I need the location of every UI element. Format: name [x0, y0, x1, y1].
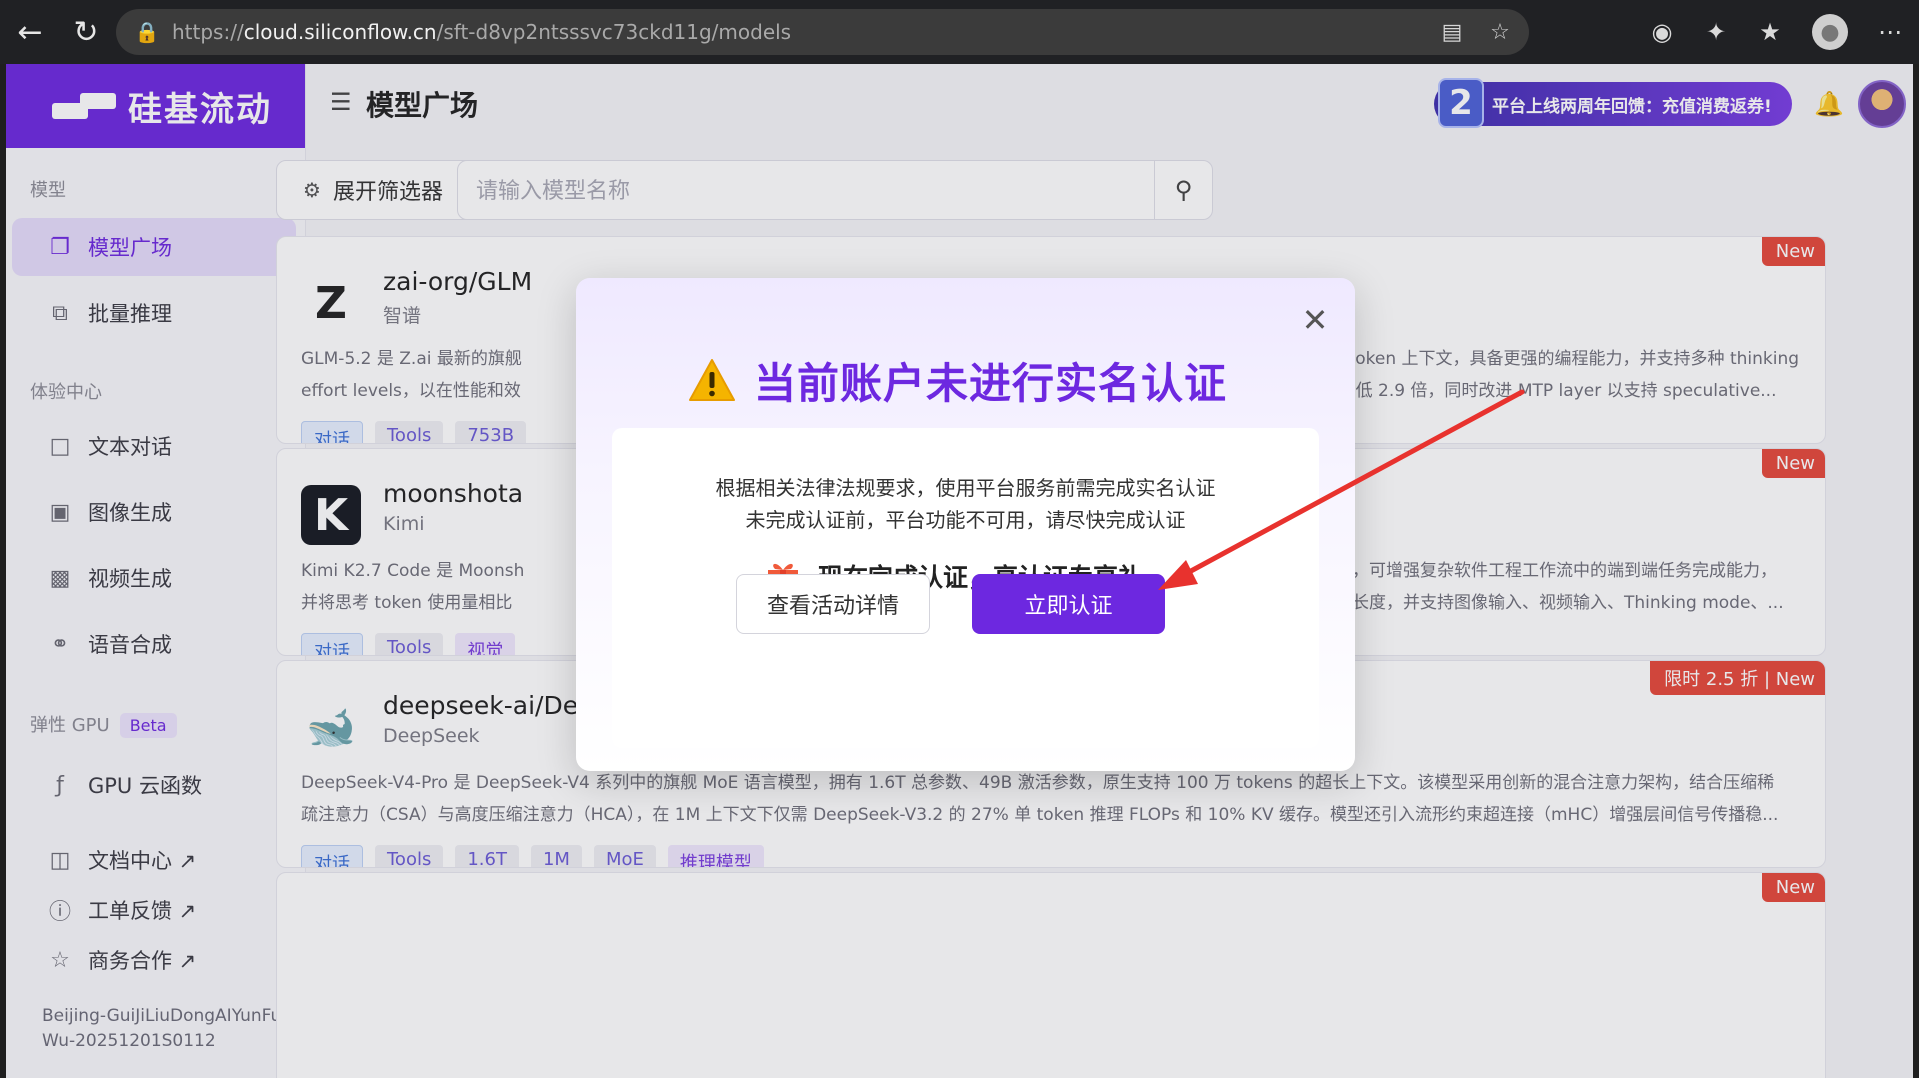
- profile-icon[interactable]: ●: [1812, 14, 1848, 50]
- back-icon[interactable]: ←: [2, 4, 58, 60]
- modal-title: 当前账户未进行实名认证: [754, 359, 1228, 408]
- verify-now-button[interactable]: 立即认证: [972, 574, 1165, 634]
- page: 硅基流动 模型 ❐ 模型广场 ⧉ 批量推理 体验中心 □ 文本对话 ▣ 图像生成…: [6, 64, 1913, 1078]
- puzzle-icon[interactable]: ✦: [1694, 10, 1738, 54]
- refresh-icon[interactable]: ↻: [58, 4, 114, 60]
- modal-message-line1: 根据相关法律法规要求，使用平台服务前需完成实名认证: [715, 476, 1216, 500]
- favorites-icon[interactable]: ★: [1748, 10, 1792, 54]
- reader-icon[interactable]: ▤: [1435, 15, 1469, 49]
- url-text: https://cloud.siliconflow.cn/sft-d8vp2nt…: [172, 20, 792, 44]
- address-bar[interactable]: 🔒 https://cloud.siliconflow.cn/sft-d8vp2…: [116, 9, 1529, 55]
- lock-icon[interactable]: 🔒: [134, 19, 160, 45]
- warning-icon: [689, 359, 735, 401]
- browser-chrome: ← ↻ 🔒 https://cloud.siliconflow.cn/sft-d…: [0, 0, 1919, 64]
- more-icon[interactable]: ⋯: [1868, 10, 1912, 54]
- extension-icon[interactable]: ◉: [1640, 10, 1684, 54]
- verification-modal: ✕ 当前账户未进行实名认证 根据相关法律法规要求，使用平台服务前需完成实名认证 …: [576, 278, 1355, 771]
- modal-body: 根据相关法律法规要求，使用平台服务前需完成实名认证 未完成认证前，平台功能不可用…: [612, 428, 1319, 748]
- modal-message-line2: 未完成认证前，平台功能不可用，请尽快完成认证: [745, 508, 1186, 532]
- star-icon[interactable]: ☆: [1483, 15, 1517, 49]
- close-icon[interactable]: ✕: [1299, 301, 1331, 339]
- view-activity-button[interactable]: 查看活动详情: [736, 574, 930, 634]
